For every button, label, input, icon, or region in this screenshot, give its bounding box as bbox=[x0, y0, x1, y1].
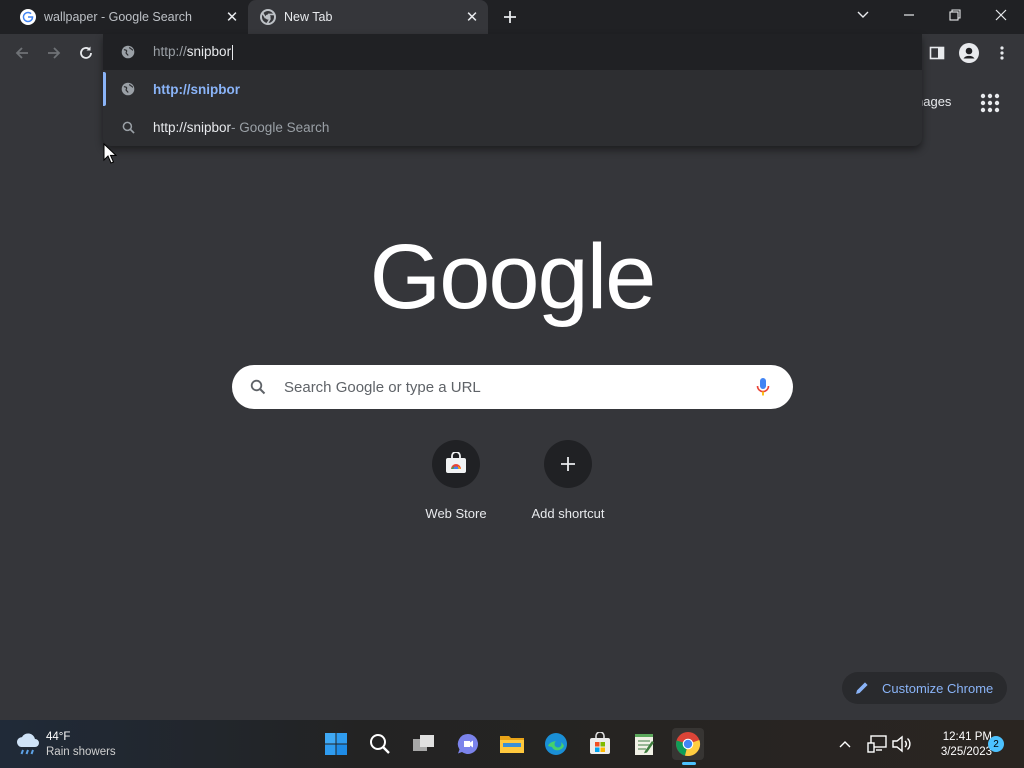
arrow-right-icon bbox=[48, 47, 61, 59]
folder-icon bbox=[500, 736, 524, 753]
tab-title: wallpaper - Google Search bbox=[44, 10, 192, 24]
restore-button[interactable] bbox=[932, 0, 978, 30]
network-status-button[interactable] bbox=[866, 733, 888, 755]
search-icon bbox=[370, 734, 390, 754]
search-icon bbox=[232, 379, 284, 395]
address-bar[interactable]: http://snipbor bbox=[103, 34, 922, 70]
reload-icon bbox=[80, 46, 92, 59]
tab-new-tab[interactable]: New Tab ✕ bbox=[248, 0, 488, 34]
start-button[interactable] bbox=[320, 728, 352, 760]
globe-icon bbox=[103, 82, 153, 96]
restore-icon bbox=[949, 9, 961, 21]
store-icon bbox=[590, 732, 610, 754]
chevron-down-icon bbox=[857, 11, 869, 18]
web-store-icon bbox=[446, 452, 466, 473]
close-icon bbox=[995, 9, 1007, 21]
edge-button[interactable] bbox=[540, 728, 572, 760]
windows-logo-icon bbox=[325, 733, 347, 755]
notepad-icon bbox=[635, 734, 654, 755]
suggestion-url-text: http://snipbor bbox=[153, 81, 240, 97]
task-view-button[interactable] bbox=[408, 728, 440, 760]
search-placeholder: Search Google or type a URL bbox=[284, 378, 481, 396]
chat-icon bbox=[457, 733, 478, 754]
omnibox-dropdown: http://snipbor http://snipbor http://sni… bbox=[103, 34, 922, 146]
chrome-taskbar-button[interactable] bbox=[672, 728, 704, 760]
suggestion-query-text: http://snipbor bbox=[153, 119, 232, 135]
close-tab-icon[interactable]: ✕ bbox=[220, 5, 244, 29]
chevron-up-icon bbox=[839, 741, 851, 748]
voice-search-icon[interactable] bbox=[733, 377, 793, 397]
edge-icon bbox=[545, 733, 567, 755]
back-button[interactable] bbox=[9, 40, 35, 66]
network-icon bbox=[867, 735, 887, 753]
notification-badge[interactable]: 2 bbox=[988, 736, 1004, 752]
omnibox-suggestion-search[interactable]: http://snipbor - Google Search bbox=[103, 109, 922, 145]
chrome-icon bbox=[676, 732, 701, 757]
shortcut-label: Web Store bbox=[425, 506, 487, 521]
speaker-icon bbox=[892, 735, 911, 753]
tab-wallpaper-search[interactable]: wallpaper - Google Search ✕ bbox=[8, 0, 248, 34]
search-icon bbox=[103, 121, 153, 134]
clock[interactable]: 12:41 PM 3/25/2023 bbox=[918, 728, 992, 762]
plus-icon bbox=[504, 11, 516, 23]
reload-button[interactable] bbox=[73, 40, 99, 66]
tab-search-button[interactable] bbox=[840, 0, 886, 30]
mouse-cursor-icon bbox=[103, 142, 118, 169]
show-hidden-icons-button[interactable] bbox=[836, 734, 854, 754]
ntp-search-box[interactable]: Search Google or type a URL bbox=[232, 365, 793, 409]
weather-widget[interactable]: 44°F Rain showers bbox=[10, 728, 130, 762]
minimize-button[interactable] bbox=[886, 0, 932, 30]
close-tab-icon[interactable]: ✕ bbox=[460, 5, 484, 29]
side-panel-icon bbox=[929, 46, 945, 60]
google-apps-button[interactable] bbox=[980, 93, 1000, 113]
forward-button[interactable] bbox=[41, 40, 67, 66]
tab-title: New Tab bbox=[284, 10, 333, 24]
typed-url-text: snipbor bbox=[186, 44, 232, 60]
profile-button[interactable] bbox=[956, 40, 982, 66]
suggestion-suffix: - Google Search bbox=[231, 119, 330, 135]
google-logo: Google bbox=[369, 225, 657, 328]
pencil-icon bbox=[842, 681, 882, 695]
customize-chrome-button[interactable]: Customize Chrome bbox=[842, 672, 1007, 704]
side-panel-button[interactable] bbox=[924, 40, 950, 66]
globe-icon bbox=[103, 45, 153, 59]
shortcut-label: Add shortcut bbox=[531, 506, 605, 521]
new-tab-button[interactable] bbox=[498, 5, 522, 29]
taskbar-search-button[interactable] bbox=[364, 728, 396, 760]
chrome-favicon-icon bbox=[260, 9, 276, 25]
shortcut-tile bbox=[544, 440, 592, 488]
shortcut-tile bbox=[432, 440, 480, 488]
active-app-indicator bbox=[682, 762, 696, 765]
volume-button[interactable] bbox=[890, 733, 912, 755]
profile-avatar-icon bbox=[959, 43, 979, 63]
arrow-left-icon bbox=[15, 47, 28, 59]
customize-label: Customize Chrome bbox=[882, 680, 994, 696]
notepad-app-button[interactable] bbox=[628, 728, 660, 760]
typed-url-prefix: http:// bbox=[153, 44, 187, 60]
clock-time: 12:41 PM bbox=[942, 731, 992, 743]
more-vert-icon bbox=[1000, 46, 1004, 60]
microsoft-store-button[interactable] bbox=[584, 728, 616, 760]
clock-date: 3/25/2023 bbox=[940, 746, 992, 758]
chrome-menu-button[interactable] bbox=[989, 40, 1015, 66]
minimize-icon bbox=[904, 14, 914, 16]
plus-icon bbox=[561, 457, 575, 471]
teams-chat-button[interactable] bbox=[452, 728, 484, 760]
weather-temp: 44°F bbox=[46, 731, 71, 743]
omnibox-suggestion-url[interactable]: http://snipbor bbox=[103, 71, 922, 107]
shortcut-web-store[interactable]: Web Store bbox=[400, 440, 512, 521]
apps-grid-icon bbox=[980, 93, 1000, 113]
close-window-button[interactable] bbox=[978, 0, 1024, 30]
text-cursor bbox=[232, 44, 234, 60]
shortcut-add[interactable]: Add shortcut bbox=[512, 440, 624, 521]
weather-desc: Rain showers bbox=[46, 746, 116, 758]
google-favicon-icon bbox=[20, 9, 36, 25]
rain-cloud-icon bbox=[10, 733, 46, 757]
task-view-icon bbox=[413, 735, 434, 751]
file-explorer-button[interactable] bbox=[496, 728, 528, 760]
